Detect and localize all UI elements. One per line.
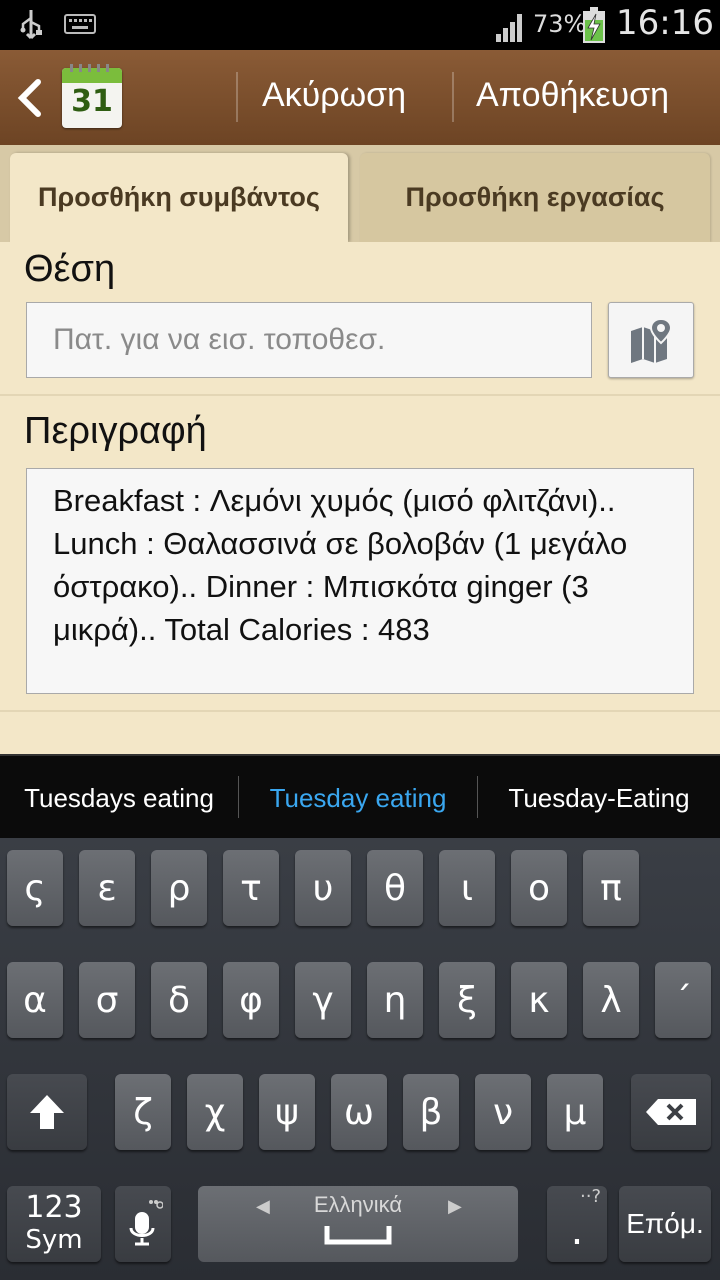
- key[interactable]: κ: [511, 962, 567, 1038]
- suggestion-item[interactable]: Tuesday-Eating: [478, 756, 720, 840]
- period-label: .: [570, 1208, 584, 1254]
- map-pin-icon: [631, 317, 673, 363]
- next-key[interactable]: Επόμ.: [619, 1186, 711, 1262]
- key[interactable]: τ: [223, 850, 279, 926]
- key[interactable]: ς: [7, 850, 63, 926]
- key[interactable]: γ: [295, 962, 351, 1038]
- key[interactable]: ι: [439, 850, 495, 926]
- key[interactable]: ρ: [151, 850, 207, 926]
- action-bar: 31 Ακύρωση Αποθήκευση: [0, 50, 720, 145]
- key[interactable]: ο: [511, 850, 567, 926]
- save-button[interactable]: Αποθήκευση: [476, 76, 669, 115]
- divider: [0, 394, 720, 396]
- description-label: Περιγραφή: [24, 410, 207, 452]
- calendar-day: 31: [71, 84, 113, 119]
- event-form: Θέση Πατ. για να εισ. τοποθεσ. Περιγραφή…: [0, 242, 720, 754]
- key[interactable]: θ: [367, 850, 423, 926]
- key[interactable]: ν: [475, 1074, 531, 1150]
- suggestion-item[interactable]: Tuesday eating: [239, 756, 477, 840]
- signal-icon: [496, 14, 522, 42]
- divider: [236, 72, 238, 122]
- key[interactable]: α: [7, 962, 63, 1038]
- key[interactable]: χ: [187, 1074, 243, 1150]
- description-textarea[interactable]: Breakfast : Λεμόνι χυμός (μισό φλιτζάνι)…: [26, 468, 694, 694]
- key[interactable]: δ: [151, 962, 207, 1038]
- tab-add-event[interactable]: Προσθήκη συμβάντος: [10, 153, 348, 242]
- backspace-icon: [646, 1099, 696, 1125]
- period-key[interactable]: ⋅⋅? .: [547, 1186, 607, 1262]
- backspace-key[interactable]: [631, 1074, 711, 1150]
- suggestion-bar: Tuesdays eating Tuesday eating Tuesday-E…: [0, 754, 720, 838]
- key[interactable]: υ: [295, 850, 351, 926]
- key[interactable]: β: [403, 1074, 459, 1150]
- location-input[interactable]: Πατ. για να εισ. τοποθεσ.: [26, 302, 592, 378]
- key[interactable]: ε: [79, 850, 135, 926]
- keyboard: ς ε ρ τ υ θ ι ο π α σ δ φ γ η ξ κ λ ´ ζ …: [0, 838, 720, 1280]
- map-button[interactable]: [608, 302, 694, 378]
- space-key-label: Ελληνικά: [313, 1192, 403, 1217]
- suggestion-item[interactable]: Tuesdays eating: [0, 756, 238, 840]
- location-label: Θέση: [24, 248, 116, 290]
- battery-percent: 73%: [533, 10, 587, 38]
- symbols-key[interactable]: 123 Sym: [7, 1186, 101, 1262]
- key[interactable]: η: [367, 962, 423, 1038]
- period-hint-icon: ⋅⋅?: [580, 1186, 601, 1207]
- key[interactable]: σ: [79, 962, 135, 1038]
- voice-input-key[interactable]: [115, 1186, 171, 1262]
- status-bar: 73% 16:16: [0, 0, 720, 50]
- clock: 16:16: [616, 3, 714, 43]
- tab-bar: Προσθήκη συμβάντος Προσθήκη εργασίας: [0, 145, 720, 242]
- cancel-button[interactable]: Ακύρωση: [262, 76, 406, 115]
- key[interactable]: φ: [223, 962, 279, 1038]
- usb-icon: [20, 10, 42, 40]
- chevron-right-icon: ▶: [448, 1196, 462, 1217]
- shift-key[interactable]: [7, 1074, 87, 1150]
- divider: [0, 710, 720, 712]
- microphone-icon: [129, 1200, 163, 1246]
- key[interactable]: ξ: [439, 962, 495, 1038]
- key[interactable]: π: [583, 850, 639, 926]
- symbols-key-top: 123: [25, 1190, 83, 1225]
- calendar-app-icon[interactable]: 31: [62, 64, 122, 128]
- key[interactable]: ω: [331, 1074, 387, 1150]
- shift-arrow-icon: [30, 1095, 64, 1129]
- keyboard-icon: [64, 14, 96, 34]
- key[interactable]: μ: [547, 1074, 603, 1150]
- battery-charging-icon: [583, 7, 605, 43]
- accent-key[interactable]: ´: [655, 962, 711, 1038]
- space-bar-icon: [324, 1226, 392, 1245]
- key[interactable]: ζ: [115, 1074, 171, 1150]
- back-chevron-icon[interactable]: [16, 78, 44, 118]
- key[interactable]: λ: [583, 962, 639, 1038]
- symbols-key-bottom: Sym: [25, 1225, 83, 1255]
- divider: [452, 72, 454, 122]
- key[interactable]: ψ: [259, 1074, 315, 1150]
- tab-add-task[interactable]: Προσθήκη εργασίας: [360, 153, 710, 242]
- space-key[interactable]: ◀ Ελληνικά ▶: [198, 1186, 518, 1262]
